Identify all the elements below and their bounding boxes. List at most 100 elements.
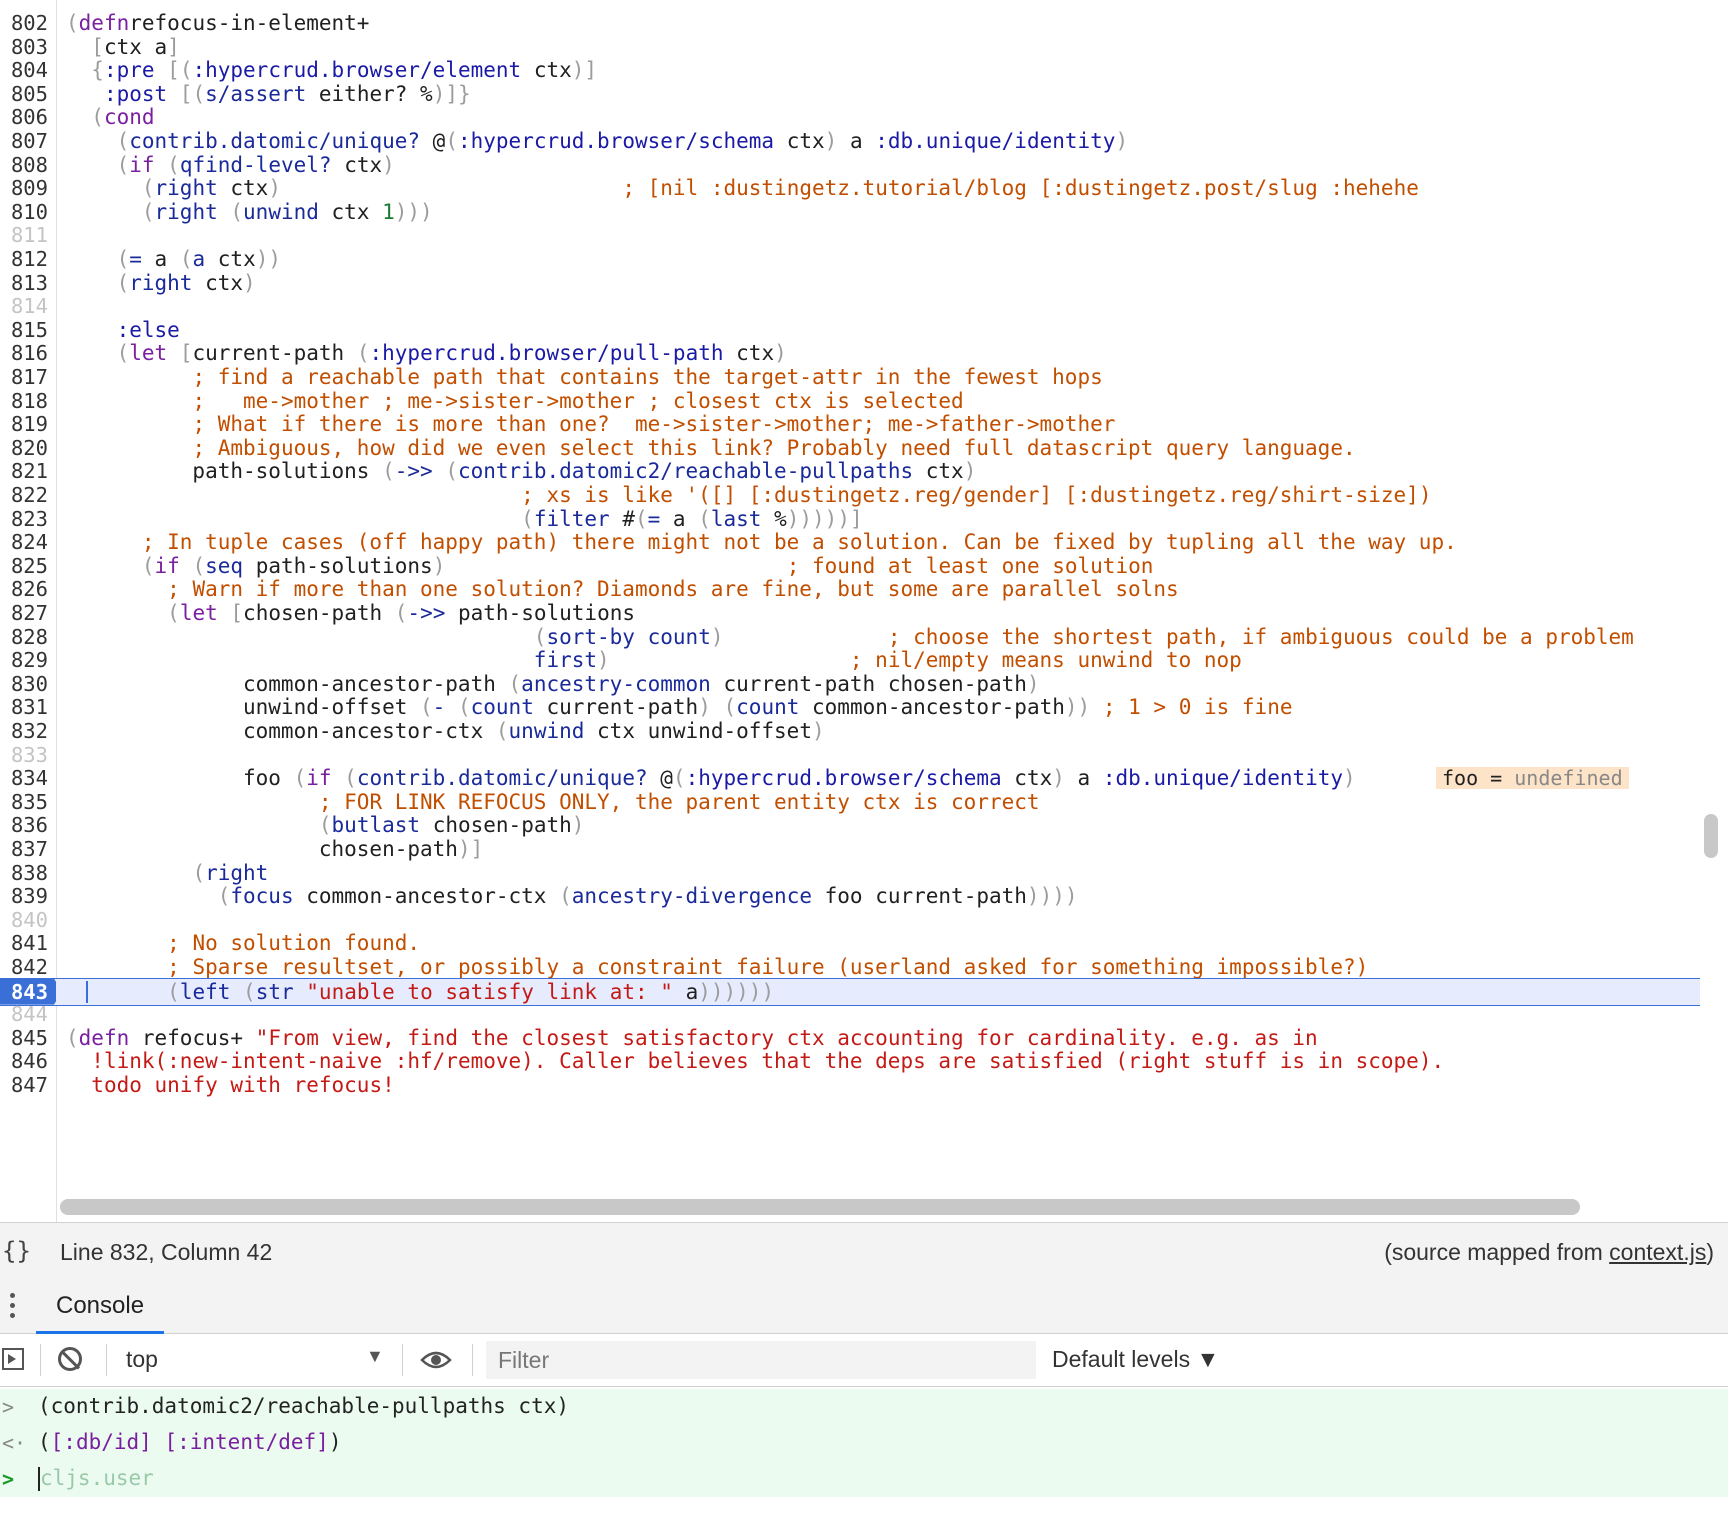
line-number[interactable]: 833 [0, 742, 48, 768]
clear-console-icon[interactable] [58, 1347, 82, 1371]
line-number[interactable]: 809 [0, 175, 48, 201]
code-line[interactable]: 807 (contrib.datomic/unique? @(:hypercru… [0, 128, 1700, 154]
line-number[interactable]: 804 [0, 57, 48, 83]
code-line[interactable]: 840 [0, 907, 1700, 933]
line-number[interactable]: 845 [0, 1025, 48, 1051]
line-number[interactable]: 827 [0, 600, 48, 626]
line-number[interactable]: 831 [0, 694, 48, 720]
code-line[interactable]: 805 :post [(s/assert either? %)]} [0, 81, 1700, 107]
context-dropdown-arrow-icon[interactable]: ▼ [366, 1346, 384, 1367]
line-number[interactable]: 841 [0, 930, 48, 956]
console-result-text[interactable]: ([:db/id] [:intent/def]) [38, 1430, 342, 1454]
line-number[interactable]: 844 [0, 1001, 48, 1027]
code-line[interactable]: 826 ; Warn if more than one solution? Di… [0, 576, 1700, 602]
line-number[interactable]: 832 [0, 718, 48, 744]
code-line[interactable]: 839 (focus common-ancestor-ctx (ancestry… [0, 883, 1700, 909]
line-number[interactable]: 812 [0, 246, 48, 272]
code-line[interactable]: 833 [0, 742, 1700, 768]
code-line[interactable]: 816 (let [current-path (:hypercrud.brows… [0, 340, 1700, 366]
code-line[interactable]: 834 foo (if (contrib.datomic/unique? @(:… [0, 765, 1700, 791]
code-line[interactable]: 810 (right (unwind ctx 1))) [0, 199, 1700, 225]
inline-variable-value[interactable]: foo = undefined [1436, 767, 1629, 790]
line-number[interactable]: 836 [0, 812, 48, 838]
code-line[interactable]: 822 ; xs is like '([] [:dustingetz.reg/g… [0, 482, 1700, 508]
line-number[interactable]: 835 [0, 789, 48, 815]
code-line[interactable]: 829 first) ; nil/empty means unwind to n… [0, 647, 1700, 673]
line-number[interactable]: 813 [0, 270, 48, 296]
source-file-link[interactable]: context.js [1609, 1239, 1706, 1265]
console-prompt-row[interactable]: > cljs.user [0, 1461, 1728, 1497]
line-number[interactable]: 819 [0, 411, 48, 437]
code-line[interactable]: 831 unwind-offset (- (count current-path… [0, 694, 1700, 720]
line-number[interactable]: 830 [0, 671, 48, 697]
code-line[interactable]: 817 ; find a reachable path that contain… [0, 364, 1700, 390]
line-number[interactable]: 820 [0, 435, 48, 461]
line-number[interactable]: 825 [0, 553, 48, 579]
line-number[interactable]: 822 [0, 482, 48, 508]
line-number[interactable]: 839 [0, 883, 48, 909]
code-line[interactable]: 804 {:pre [(:hypercrud.browser/element c… [0, 57, 1700, 83]
code-line[interactable]: 837 chosen-path)] [0, 836, 1700, 862]
line-number[interactable]: 806 [0, 104, 48, 130]
code-line[interactable]: 825 (if (seq path-solutions) ; found at … [0, 553, 1700, 579]
code-line[interactable]: 827 (let [chosen-path (->> path-solution… [0, 600, 1700, 626]
code-line[interactable]: 819 ; What if there is more than one? me… [0, 411, 1700, 437]
line-number[interactable]: 805 [0, 81, 48, 107]
code-line[interactable]: 841 ; No solution found. [0, 930, 1700, 956]
show-sidebar-icon[interactable] [2, 1348, 24, 1370]
line-number[interactable]: 811 [0, 222, 48, 248]
line-number[interactable]: 828 [0, 624, 48, 650]
code-line[interactable]: 847 todo unify with refocus! [0, 1072, 1700, 1098]
code-line[interactable]: 820 ; Ambiguous, how did we even select … [0, 435, 1700, 461]
code-line[interactable]: 838 (right [0, 860, 1700, 886]
code-line[interactable]: 844 [0, 1001, 1700, 1027]
line-number[interactable]: 803 [0, 34, 48, 60]
line-number[interactable]: 807 [0, 128, 48, 154]
code-line[interactable]: 806 (cond [0, 104, 1700, 130]
code-line[interactable]: 830 common-ancestor-path (ancestry-commo… [0, 671, 1700, 697]
tab-console[interactable]: Console [36, 1281, 165, 1334]
line-number[interactable]: 826 [0, 576, 48, 602]
line-number[interactable]: 818 [0, 388, 48, 414]
drawer-menu-icon[interactable] [8, 1293, 16, 1321]
line-number[interactable]: 837 [0, 836, 48, 862]
code-line[interactable]: 823 (filter #(= a (last %)))))] [0, 506, 1700, 532]
code-line[interactable]: 809 (right ctx) ; [nil :dustingetz.tutor… [0, 175, 1700, 201]
code-line[interactable]: 803 [ctx a] [0, 34, 1700, 60]
code-line[interactable]: 811 [0, 222, 1700, 248]
line-number[interactable]: 824 [0, 529, 48, 555]
code-line[interactable]: 828 (sort-by count) ; choose the shortes… [0, 624, 1700, 650]
line-number[interactable]: 847 [0, 1072, 48, 1098]
code-line[interactable]: 818 ; me->mother ; me->sister->mother ; … [0, 388, 1700, 414]
line-number[interactable]: 814 [0, 293, 48, 319]
code-line[interactable]: 842 ; Sparse resultset, or possibly a co… [0, 954, 1700, 980]
code-line[interactable]: 814 [0, 293, 1700, 319]
context-selector[interactable]: top [126, 1346, 158, 1373]
code-line[interactable]: 815 :else [0, 317, 1700, 343]
log-levels-dropdown[interactable]: Default levels ▼ [1052, 1346, 1219, 1373]
code-line[interactable]: 812 (= a (a ctx)) [0, 246, 1700, 272]
line-number[interactable]: 840 [0, 907, 48, 933]
line-number[interactable]: 810 [0, 199, 48, 225]
line-number[interactable]: 823 [0, 506, 48, 532]
live-expression-eye-icon[interactable] [420, 1348, 452, 1372]
line-number[interactable]: 802 [0, 10, 48, 36]
line-number[interactable]: 821 [0, 458, 48, 484]
code-line[interactable]: 835 ; FOR LINK REFOCUS ONLY, the parent … [0, 789, 1700, 815]
line-number[interactable]: 815 [0, 317, 48, 343]
prompt-input[interactable]: cljs.user [40, 1466, 154, 1490]
code-line[interactable]: 832 common-ancestor-ctx (unwind ctx unwi… [0, 718, 1700, 744]
code-line[interactable]: 836 (butlast chosen-path) [0, 812, 1700, 838]
line-number[interactable]: 817 [0, 364, 48, 390]
source-editor[interactable]: 802 (defnrefocus-in-element+ 803 [ctx a] 80… [0, 0, 1728, 1222]
code-line[interactable]: 846 !link(:new-intent-naive :hf/remove).… [0, 1048, 1700, 1074]
pretty-print-icon[interactable]: {} [2, 1237, 31, 1265]
code-line[interactable]: 845 (defn refocus+ "From view, find the c… [0, 1025, 1700, 1051]
line-number[interactable]: 834 [0, 765, 48, 791]
line-number[interactable]: 846 [0, 1048, 48, 1074]
filter-input[interactable] [486, 1341, 1036, 1379]
line-number[interactable]: 838 [0, 860, 48, 886]
code-line[interactable]: 802 (defnrefocus-in-element+ [0, 10, 1700, 36]
line-number[interactable]: 829 [0, 647, 48, 673]
code-line[interactable]: 813 (right ctx) [0, 270, 1700, 296]
